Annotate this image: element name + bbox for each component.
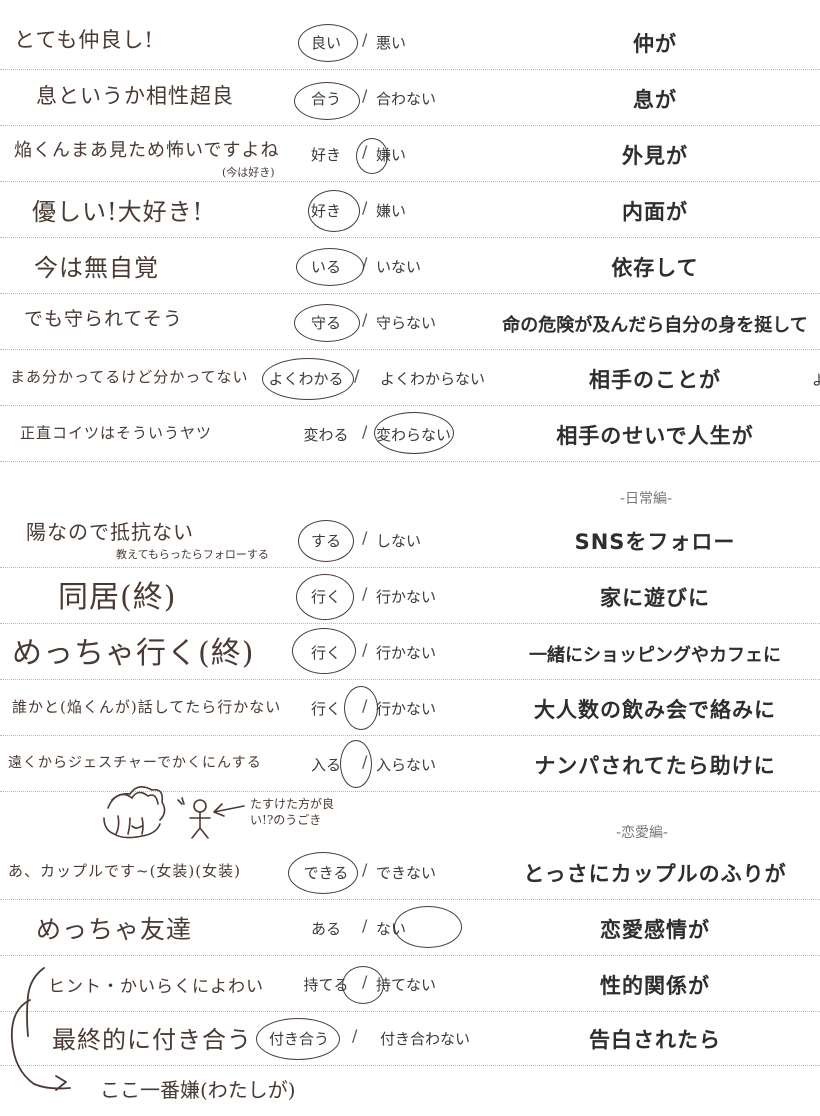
questionnaire-sheet: とても仲良し! 良い / 悪い 仲が 息というか相性超良 合う / 合わない 息… xyxy=(0,0,820,1116)
bottom-note: ここ一番嫌(わたしが) xyxy=(100,1078,296,1102)
bracket-arrow xyxy=(10,967,71,1091)
